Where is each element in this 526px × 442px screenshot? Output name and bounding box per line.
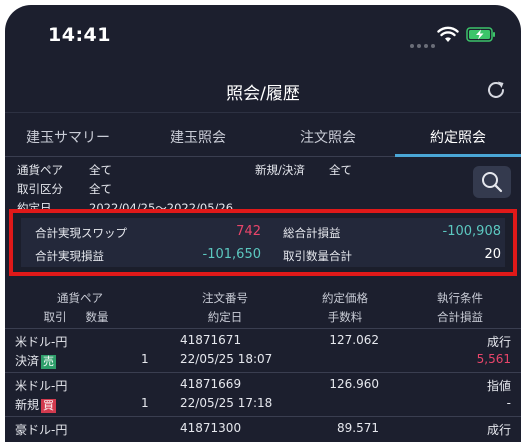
tab-order-inquiry[interactable]: 注文照会 [265,127,391,147]
row-pair: 豪ドル-円 [15,423,68,437]
row-price: 126.960 [329,377,379,391]
signal-dots-icon [410,33,438,52]
tab-position-inquiry[interactable]: 建玉照会 [135,127,261,147]
refresh-icon[interactable] [485,79,507,101]
filter-kind-value: 全て [89,182,112,196]
th-exec-date: 約定日 [207,310,243,324]
th-fee: 手数料 [327,310,363,324]
sell-badge: 売 [41,355,57,369]
table-row[interactable]: 米ドル-円 決済売 1 41871671 22/05/25 18:07 127.… [5,329,521,373]
row-trade: 新規買 [15,398,57,413]
row-condition: 成行 [486,335,511,349]
realized-pl-value: -101,650 [202,247,261,262]
filter-pair-label: 通貨ペア [17,163,63,177]
search-button[interactable] [473,166,511,198]
row-order-no: 41871300 [180,421,242,435]
row-qty: 1 [141,396,149,410]
th-condition: 執行条件 [437,291,483,305]
row-pair: 米ドル-円 [15,335,68,349]
filter-newsettle-label: 新規/決済 [255,163,305,177]
tab-bar: 建玉サマリー 建玉照会 注文照会 約定照会 [5,113,521,157]
table-row[interactable]: 米ドル-円 新規買 1 41871669 22/05/25 17:18 126.… [5,373,521,417]
row-order-no: 41871671 [180,333,242,347]
summary-highlight: 合計実現スワップ 742 総合計損益 -100,908 合計実現損益 -101,… [9,209,517,276]
total-pl-label: 総合計損益 [283,226,341,240]
nav-bar: 照会/履歴 [5,63,521,113]
quantity-total-value: 20 [484,247,501,262]
th-qty: 数量 [85,310,109,324]
buy-badge: 買 [41,399,57,413]
table-header: 通貨ペア 取引 数量 注文番号 約定日 約定価格 手数料 執行条件 合計損益 [5,285,521,329]
row-condition: 指値 [486,379,511,393]
row-trade: 決済売 [15,354,57,369]
page-title: 照会/履歴 [226,84,300,104]
filter-newsettle-value: 全て [329,163,352,177]
pl-summary: 合計実現スワップ 742 総合計損益 -100,908 合計実現損益 -101,… [21,218,505,267]
row-pl: 5,561 [476,352,511,366]
row-price: 89.571 [337,421,379,435]
th-trade: 取引 [43,310,67,324]
th-pair: 通貨ペア [57,291,103,305]
row-date: 22/05/25 18:07 [180,352,273,366]
wifi-icon [437,26,459,42]
quantity-total-label: 取引数量合計 [283,249,352,263]
total-pl-value: -100,908 [442,224,501,239]
th-pl-total: 合計損益 [437,310,483,324]
status-time: 14:41 [48,24,111,46]
tab-position-summary[interactable]: 建玉サマリー [5,127,131,147]
row-order-no: 41871669 [180,377,242,391]
swap-label: 合計実現スワップ [35,226,127,240]
th-order-no: 注文番号 [202,291,248,305]
filter-pair-value: 全て [89,163,112,177]
row-pl: - [506,396,511,410]
filter-kind-label: 取引区分 [17,182,63,196]
th-price: 約定価格 [322,291,368,305]
battery-charging-icon [466,27,495,42]
row-condition: 成行 [486,423,511,437]
realized-pl-label: 合計実現損益 [35,249,104,263]
table-row[interactable]: 豪ドル-円 41871300 89.571 成行 [5,417,521,442]
tab-execution-inquiry[interactable]: 約定照会 [395,127,521,147]
search-icon [482,172,503,193]
filter-summary[interactable]: 通貨ペア 全て 新規/決済 全て 取引区分 全て 約定日 2022/04/25～… [5,157,521,215]
row-date: 22/05/25 17:18 [180,396,273,410]
app-screen: 14:41 照会/履歴 建玉サマリー 建玉照会 注文照会 約定照会 通貨ペア 全… [5,5,521,442]
row-pair: 米ドル-円 [15,379,68,393]
row-qty: 1 [141,352,149,366]
status-bar: 14:41 [5,5,521,63]
swap-value: 742 [236,224,261,239]
row-price: 127.062 [329,333,379,347]
